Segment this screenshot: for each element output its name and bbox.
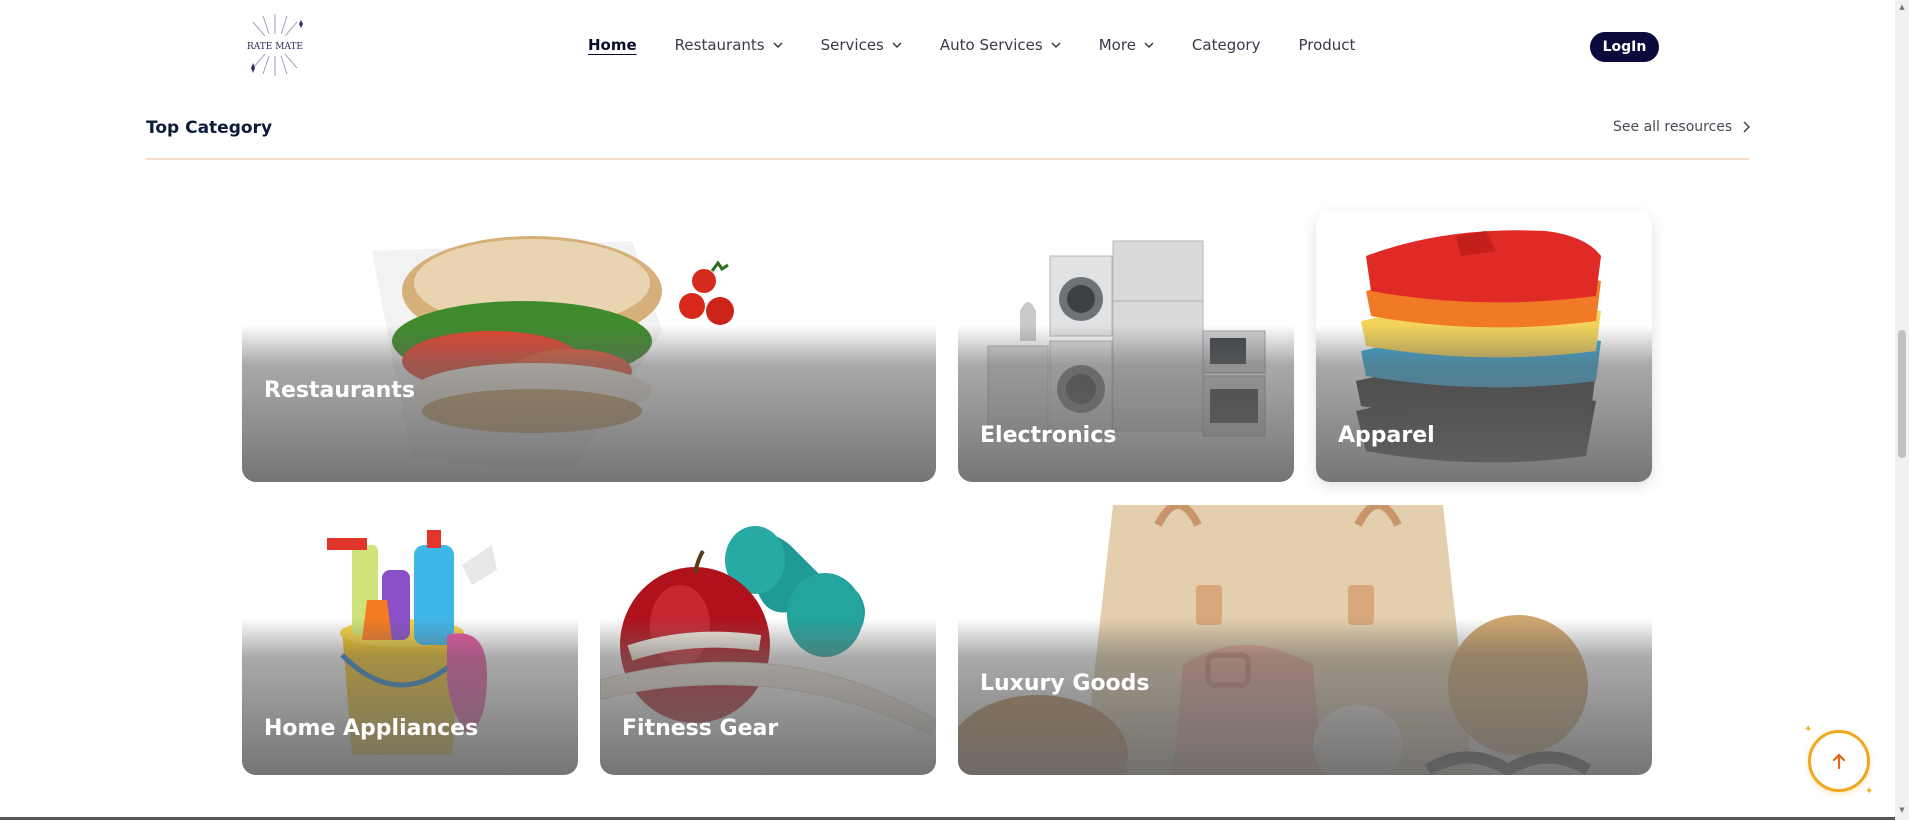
logo[interactable]: RATE MATE xyxy=(243,12,307,78)
page-scrollbar[interactable]: ▲ ▼ xyxy=(1895,0,1909,820)
nav-category[interactable]: Category xyxy=(1192,36,1261,54)
chevron-down-icon xyxy=(892,42,902,48)
category-card-electronics[interactable]: Electronics xyxy=(958,211,1294,482)
card-overlay xyxy=(242,618,578,775)
nav-product-label: Product xyxy=(1298,36,1356,54)
card-overlay xyxy=(958,618,1652,775)
category-card-home-appliances[interactable]: Home Appliances xyxy=(242,505,578,775)
nav-home[interactable]: Home xyxy=(588,36,637,54)
nav-services-label: Services xyxy=(820,36,884,54)
chevron-down-icon xyxy=(1051,42,1061,48)
nav-auto-services[interactable]: Auto Services xyxy=(940,36,1061,54)
arrow-up-icon xyxy=(1832,753,1846,770)
see-all-resources-link[interactable]: See all resources xyxy=(1613,119,1751,135)
login-button[interactable]: LogIn xyxy=(1590,32,1659,62)
nav-category-label: Category xyxy=(1191,36,1261,54)
nav-more[interactable]: More xyxy=(1099,36,1154,54)
site-header: RATE MATE Home Restaurants Services Auto… xyxy=(0,0,1890,88)
card-overlay xyxy=(958,324,1294,482)
scroll-to-top-button[interactable] xyxy=(1808,730,1870,792)
card-overlay xyxy=(600,618,936,775)
category-card-luxury-goods[interactable]: Luxury Goods xyxy=(958,505,1652,775)
card-overlay xyxy=(1316,324,1652,482)
see-all-label: See all resources xyxy=(1613,119,1733,135)
category-label: Restaurants xyxy=(264,378,415,403)
nav-auto-services-label: Auto Services xyxy=(939,36,1043,54)
section-title: Top Category xyxy=(146,118,273,138)
category-card-restaurants[interactable]: Restaurants xyxy=(242,211,936,482)
nav-services[interactable]: Services xyxy=(821,36,902,54)
sparkle-icon: ✦ xyxy=(1865,786,1874,797)
scroll-up-arrow-icon[interactable]: ▲ xyxy=(1898,3,1906,11)
nav-product[interactable]: Product xyxy=(1298,36,1355,54)
scroll-down-arrow-icon[interactable]: ▼ xyxy=(1898,806,1906,814)
category-label: Fitness Gear xyxy=(622,716,779,741)
category-label: Luxury Goods xyxy=(980,671,1150,696)
chevron-right-icon xyxy=(1743,121,1751,133)
category-label: Electronics xyxy=(980,423,1117,448)
section-divider xyxy=(146,158,1749,160)
category-card-fitness-gear[interactable]: Fitness Gear xyxy=(600,505,936,775)
sparkle-icon: ✦ xyxy=(1804,724,1813,735)
chevron-down-icon xyxy=(773,42,783,48)
svg-text:RATE MATE: RATE MATE xyxy=(247,42,303,52)
nav-more-label: More xyxy=(1098,36,1136,54)
category-label: Apparel xyxy=(1338,423,1435,448)
card-overlay xyxy=(242,324,936,482)
chevron-down-icon xyxy=(1144,42,1154,48)
scrollbar-thumb[interactable] xyxy=(1898,330,1906,458)
category-label: Home Appliances xyxy=(264,716,479,741)
nav-home-label: Home xyxy=(588,36,637,54)
category-card-apparel[interactable]: Apparel xyxy=(1316,211,1652,482)
nav-restaurants[interactable]: Restaurants xyxy=(675,36,783,54)
nav-restaurants-label: Restaurants xyxy=(674,36,765,54)
main-nav: Home Restaurants Services Auto Services … xyxy=(588,36,1393,54)
